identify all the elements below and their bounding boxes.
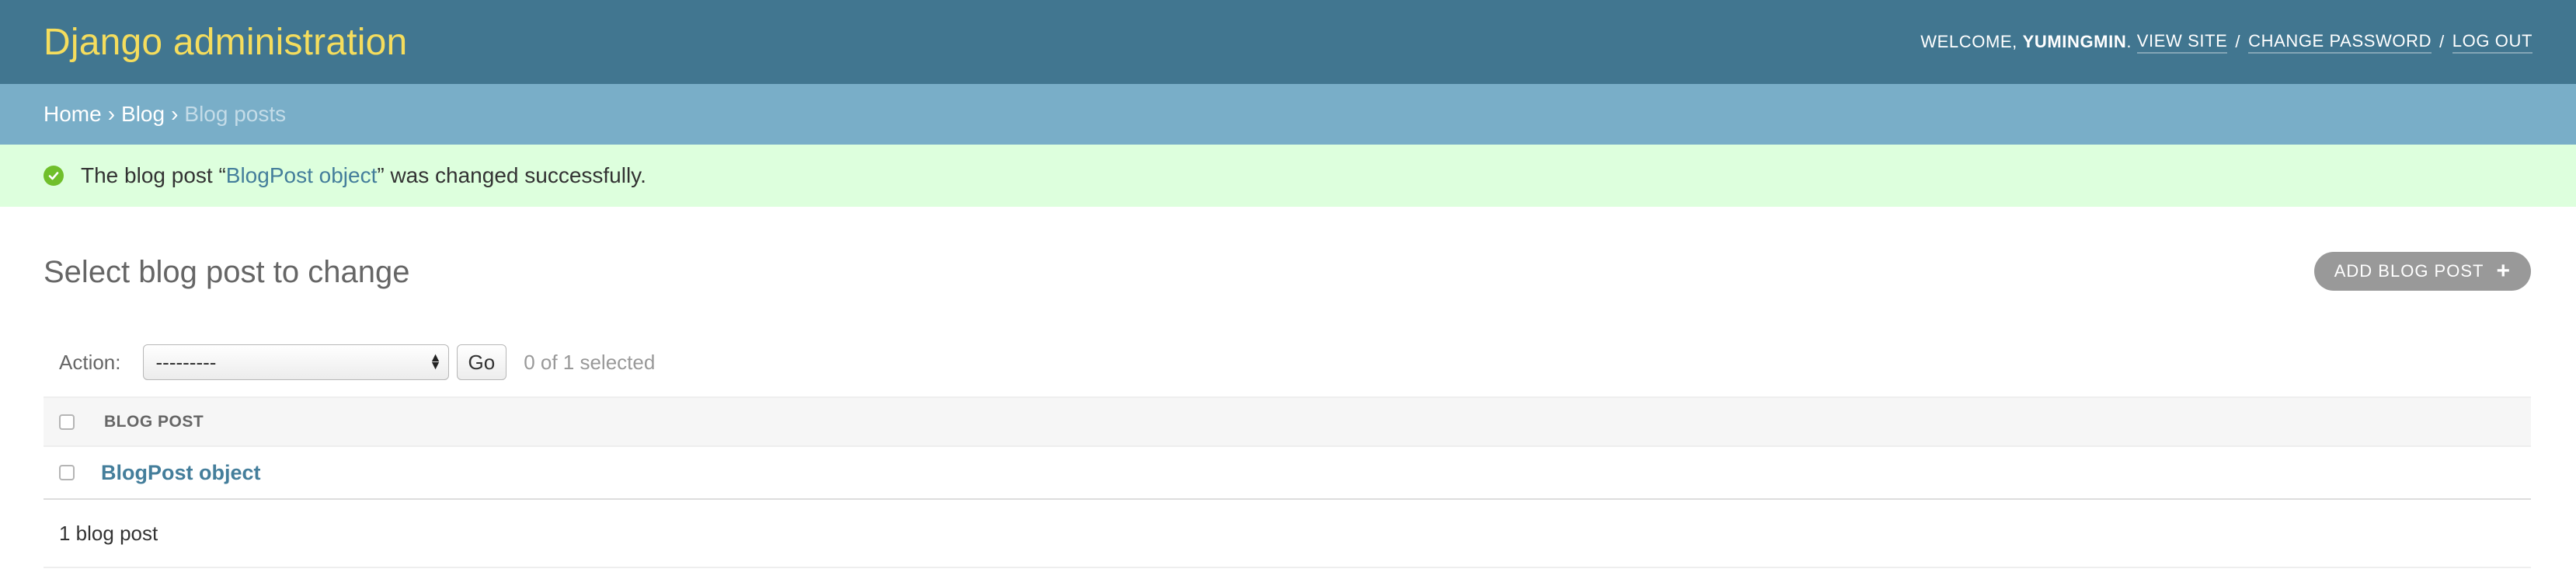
separator: / bbox=[2235, 32, 2241, 51]
message-prefix: The blog post “ bbox=[81, 163, 226, 187]
log-out-link[interactable]: Log out bbox=[2452, 31, 2532, 54]
result-count: 1 blog post bbox=[59, 521, 158, 545]
breadcrumb-separator: › bbox=[171, 102, 179, 126]
view-site-link[interactable]: View site bbox=[2136, 31, 2228, 54]
action-select[interactable]: --------- ▲ ▼ bbox=[142, 344, 449, 380]
change-password-link[interactable]: Change password bbox=[2248, 31, 2432, 54]
add-button-label: Add blog post bbox=[2334, 261, 2484, 281]
row-checkbox[interactable] bbox=[59, 465, 75, 480]
user-tools: Welcome, yumingmin. View site / Change p… bbox=[1920, 31, 2532, 54]
table-header: Blog post bbox=[44, 396, 2531, 447]
breadcrumb-separator: › bbox=[107, 102, 116, 126]
breadcrumb-current: Blog posts bbox=[184, 102, 287, 126]
actions-bar: Action: --------- ▲ ▼ Go 0 of 1 selected bbox=[44, 344, 2531, 380]
header: Django administration Welcome, yumingmin… bbox=[0, 0, 2576, 84]
message-suffix: ” was changed successfully. bbox=[377, 163, 646, 187]
table-row: BlogPost object bbox=[44, 447, 2531, 500]
add-blog-post-button[interactable]: Add blog post + bbox=[2313, 252, 2531, 291]
separator: / bbox=[2439, 32, 2445, 51]
selected-count: 0 of 1 selected bbox=[524, 350, 656, 374]
select-all-checkbox[interactable] bbox=[59, 414, 75, 430]
message-object-link[interactable]: BlogPost object bbox=[226, 163, 378, 188]
column-header-blog-post[interactable]: Blog post bbox=[104, 413, 204, 431]
breadcrumb: Home › Blog › Blog posts bbox=[0, 84, 2576, 145]
welcome-text: Welcome, bbox=[1920, 32, 2017, 51]
go-button[interactable]: Go bbox=[456, 344, 507, 380]
site-name[interactable]: Django administration bbox=[44, 21, 407, 64]
plus-icon: + bbox=[2496, 258, 2511, 284]
success-message: The blog post “BlogPost object” was chan… bbox=[0, 145, 2576, 207]
action-select-value: --------- bbox=[155, 350, 217, 374]
action-label: Action: bbox=[59, 350, 121, 374]
check-circle-icon bbox=[44, 166, 64, 186]
blogpost-object-link[interactable]: BlogPost object bbox=[101, 461, 261, 485]
select-arrows-icon: ▲ ▼ bbox=[429, 351, 442, 372]
breadcrumb-blog[interactable]: Blog bbox=[121, 102, 165, 127]
paginator: 1 blog post bbox=[44, 500, 2531, 568]
page-title: Select blog post to change bbox=[44, 255, 410, 289]
username: yumingmin bbox=[2022, 32, 2127, 51]
breadcrumb-home[interactable]: Home bbox=[44, 102, 102, 127]
